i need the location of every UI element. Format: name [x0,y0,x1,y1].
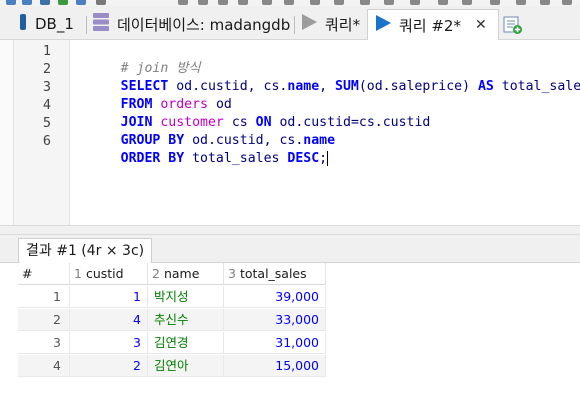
cell-custid[interactable]: 3 [70,332,148,354]
tab-label: 쿼리 #2* [399,16,461,35]
column-header-num: 3 [228,266,236,281]
identifier-token: ; [319,151,328,166]
cell-name[interactable]: 박지성 [148,286,224,308]
column-header-num: 2 [152,266,160,281]
code-line-3: FROM orders od [73,78,232,112]
new-query-tab-button[interactable] [503,15,523,39]
play-icon [374,14,392,36]
column-header-num: 1 [74,266,82,281]
close-icon[interactable]: ✕ [475,17,487,33]
column-header-rownum[interactable]: # [18,263,70,285]
text-caret [327,150,329,166]
editor-result-splitter[interactable] [0,225,580,235]
line-number: 2 [42,61,51,77]
cell-total-sales[interactable]: 15,000 [224,355,326,377]
cell-name[interactable]: 추신수 [148,309,224,331]
database-icon [92,12,110,36]
line-number: 6 [42,133,51,149]
code-line-2: SELECT od.custid, cs.name, SUM(od.salepr… [73,60,580,94]
tab-query-2[interactable]: 쿼리 #2* ✕ [367,9,499,41]
dolphin-icon [18,13,28,35]
keyword-token: AS [477,79,494,94]
column-header-total-sales[interactable]: 3 total_sales [224,263,326,285]
sql-editor[interactable]: 1 2 3 4 5 6 # join 방식 SELECT od.custid, … [0,40,580,225]
cell-total-sales[interactable]: 31,000 [224,332,326,354]
line-number: 4 [42,97,51,113]
result-grid[interactable]: # 1 custid 2 name 3 total_sales 1 1 박지성 39,… [18,263,580,408]
tab-label: DB_1 [35,15,74,33]
column-header-label: custid [85,266,124,281]
tab-query-1[interactable]: 쿼리* [300,9,360,39]
code-line-1: # join 방식 [73,42,201,76]
tab-label: 데이터베이스: madangdb [117,15,291,34]
identifier-token: , [319,79,336,94]
row-number[interactable]: 4 [18,355,70,377]
tab-result-1[interactable]: 결과 #1 (4r × 3c) [18,238,153,264]
line-number: 3 [42,79,51,95]
cell-name[interactable]: 김연경 [148,332,224,354]
line-number-gutter: 1 2 3 4 5 6 [14,40,70,225]
tab-db1[interactable]: DB_1 [18,9,74,39]
cell-custid[interactable]: 1 [70,286,148,308]
result-tab-bar: 결과 #1 (4r × 3c) [0,235,580,264]
code-line-4: JOIN customer cs ON od.custid=cs.custid [73,96,431,130]
keyword-token: ORDER BY [120,151,185,166]
query-tab-bar: DB_1 데이터베이스: madangdb 쿼리* 쿼리 #2* ✕ [0,6,580,41]
cell-custid[interactable]: 4 [70,309,148,331]
identifier-token: total_sales [184,151,288,166]
tab-database[interactable]: 데이터베이스: madangdb [92,9,290,39]
cell-total-sales[interactable]: 33,000 [224,309,326,331]
column-header-custid[interactable]: 1 custid [70,263,148,285]
column-header-num: # [22,266,33,281]
column-header-label: name [163,266,200,281]
row-number[interactable]: 1 [18,286,70,308]
cell-total-sales[interactable]: 39,000 [224,286,326,308]
tab-separator [86,16,87,34]
row-number[interactable]: 3 [18,332,70,354]
identifier-token: total_sales [493,79,580,94]
keyword-token: DESC [287,151,320,166]
keyword-token: name [287,79,320,94]
column-header-name[interactable]: 2 name [148,263,224,285]
cell-name[interactable]: 김연아 [148,355,224,377]
line-number: 1 [42,43,51,59]
code-line-5: GROUP BY od.custid, cs.name [73,114,335,148]
identifier-token: (od.saleprice) [358,79,478,94]
add-tab-icon [503,16,523,39]
column-header-label: total_sales [239,266,307,281]
tab-separator [294,16,295,34]
play-icon [300,13,318,35]
editor-left-strip [0,40,14,225]
function-token: SUM [335,79,359,94]
cell-custid[interactable]: 2 [70,355,148,377]
code-line-6: ORDER BY total_sales DESC; [73,132,329,166]
tab-label: 쿼리* [325,15,361,34]
line-number: 5 [42,115,51,131]
row-number[interactable]: 2 [18,309,70,331]
